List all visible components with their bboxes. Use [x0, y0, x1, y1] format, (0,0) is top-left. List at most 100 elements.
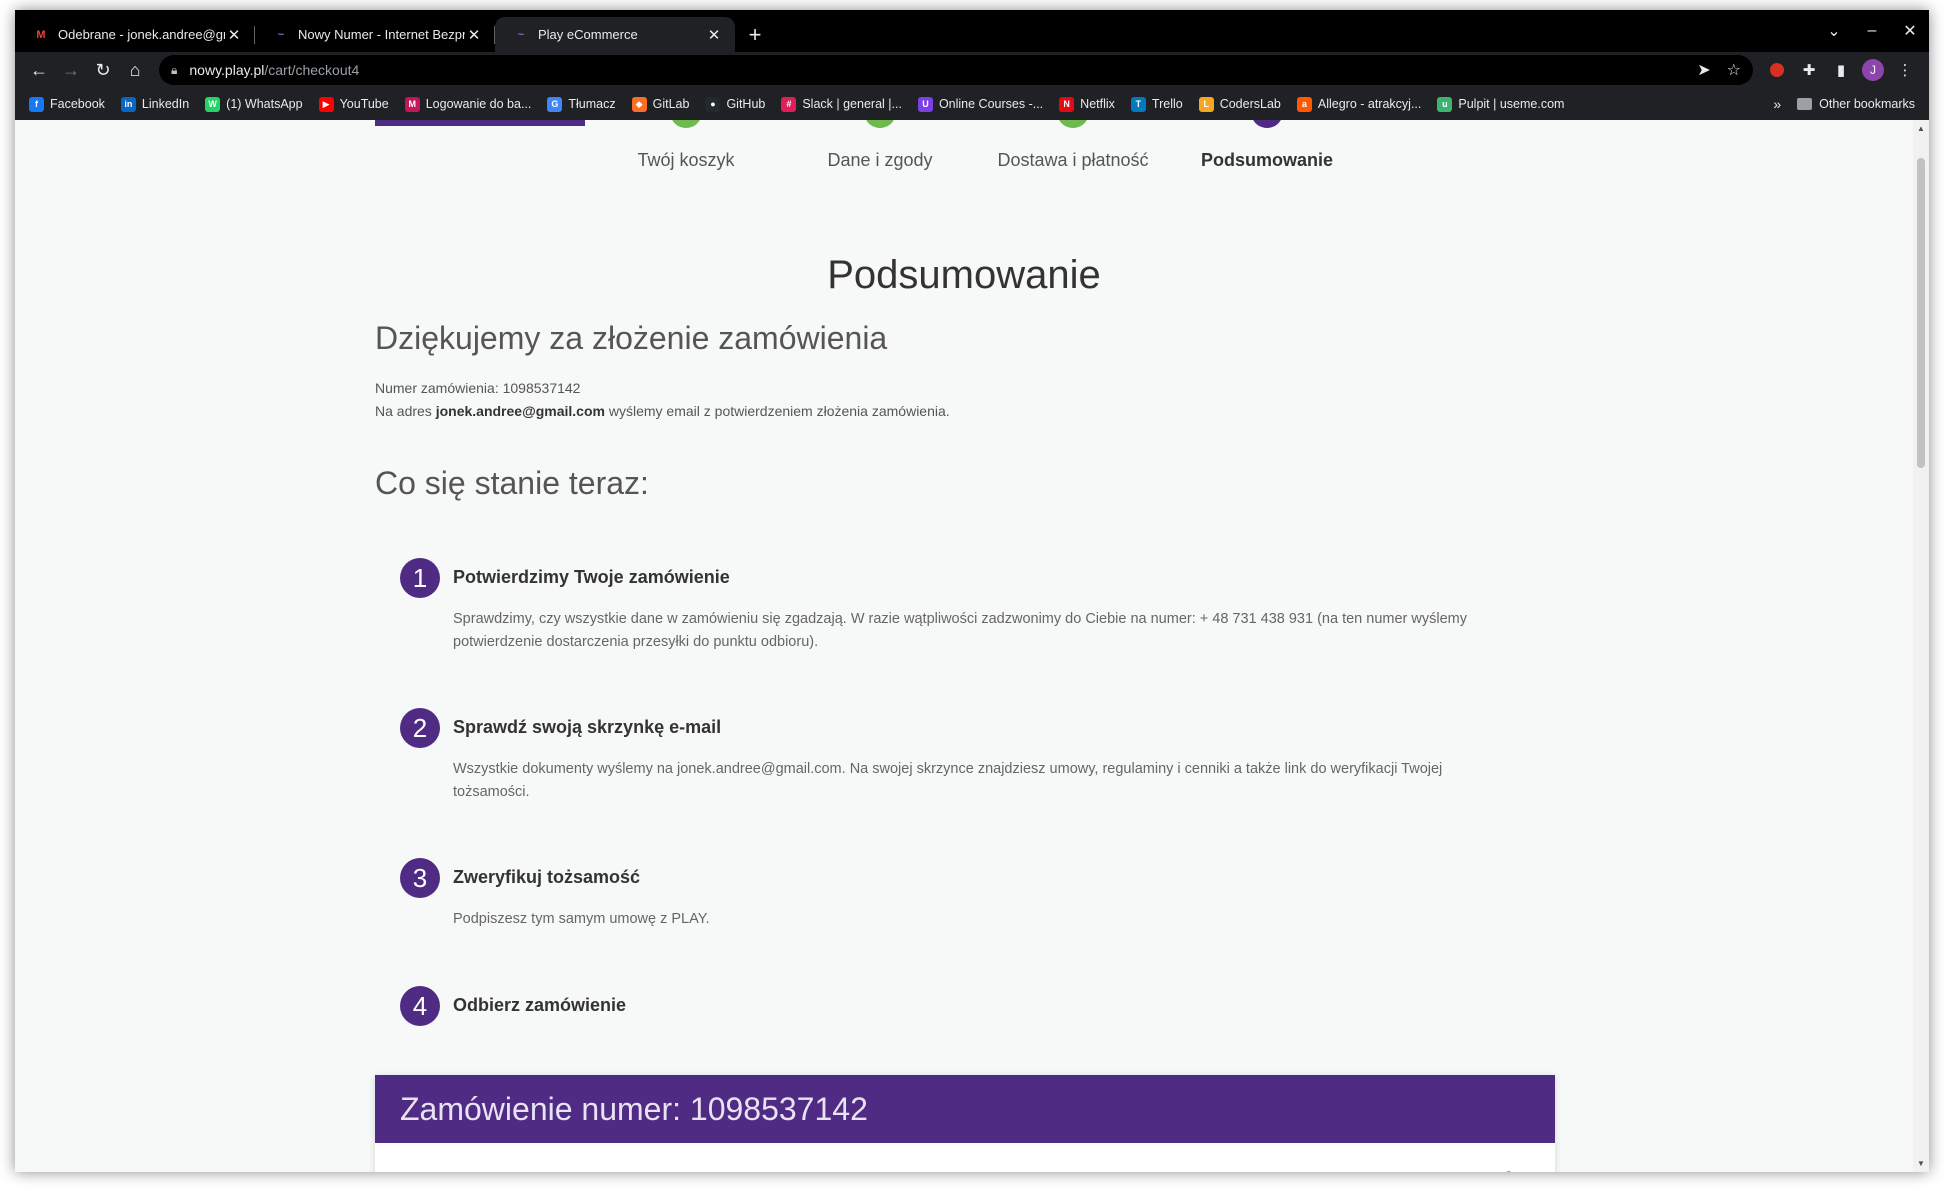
adblock-extension-icon[interactable] — [1761, 54, 1793, 86]
bookmark-label: YouTube — [339, 97, 389, 111]
reload-icon[interactable]: ↻ — [87, 54, 119, 86]
bookmark-favicon-icon: M — [404, 96, 420, 112]
step-label-1[interactable]: Twój koszyk — [581, 150, 791, 171]
bookmark-label: Facebook — [50, 97, 105, 111]
close-tab-icon[interactable]: ✕ — [225, 26, 243, 44]
bookmark-label: LinkedIn — [141, 97, 190, 111]
thanks-heading: Dziękujemy za złożenie zamówienia — [375, 320, 888, 356]
close-window-icon[interactable]: ✕ — [1891, 21, 1929, 41]
send-icon[interactable]: ➤ — [1697, 60, 1710, 80]
order-summary-card: Zamówienie numer: 1098537142 1 — [375, 1075, 1555, 1172]
page-viewport: Twój koszyk Dane i zgody Dostawa i płatnoś… — [15, 120, 1913, 1172]
next-step-title: Odbierz zamówienie — [453, 995, 627, 1015]
bookmark-favicon-icon: W — [205, 96, 221, 112]
bookmark-favicon-icon: N — [1059, 96, 1075, 112]
address-bar[interactable]: 🔒︎ nowy.play.pl /cart/checkout4 ➤ ☆ — [159, 55, 1753, 85]
tab-title: Play eCommerce — [538, 27, 638, 42]
bookmark-item[interactable]: T Trello — [1123, 90, 1191, 118]
tab-title: Odebrane - jonek.andree@gmail.com — [58, 27, 225, 42]
minimize-icon[interactable]: – — [1853, 22, 1891, 40]
step-label-2[interactable]: Dane i zgody — [775, 150, 985, 171]
bookmark-item[interactable]: L CodersLab — [1191, 90, 1289, 118]
bookmark-favicon-icon: T — [1130, 96, 1146, 112]
bookmark-label: (1) WhatsApp — [226, 97, 303, 111]
browser-toolbar: ← → ↻ ⌂ 🔒︎ nowy.play.pl /cart/checkout4 … — [15, 52, 1929, 88]
home-icon[interactable]: ⌂ — [119, 54, 151, 86]
bookmark-favicon-icon: ◆ — [631, 96, 647, 112]
bookmark-favicon-icon: G — [547, 96, 563, 112]
bookmark-label: Online Courses -... — [938, 97, 1044, 111]
bookmark-label: Netflix — [1080, 97, 1115, 111]
window-controls: ⌄ – ✕ — [1815, 10, 1929, 52]
scroll-down-arrow-icon[interactable]: ▼ — [1913, 1159, 1929, 1168]
bookmark-item[interactable]: a Allegro - atrakcyj... — [1289, 90, 1430, 118]
next-step-description: Sprawdzimy, czy wszystkie dane w zamówie… — [453, 611, 1467, 650]
extensions-puzzle-icon[interactable]: ✚ — [1793, 54, 1825, 86]
scroll-up-arrow-icon[interactable]: ▲ — [1913, 124, 1929, 133]
bookmark-item[interactable]: f Facebook — [21, 90, 113, 118]
bookmark-item[interactable]: U Online Courses -... — [910, 90, 1051, 118]
scrollbar-thumb[interactable] — [1917, 158, 1925, 468]
order-summary-header: Zamówienie numer: 1098537142 — [375, 1075, 1555, 1143]
forward-arrow-icon[interactable]: → — [55, 54, 87, 86]
play-icon: ~ — [277, 28, 285, 41]
bookmark-item[interactable]: G Tłumacz — [539, 90, 623, 118]
bookmark-label: Trello — [1151, 97, 1183, 111]
bookmark-favicon-icon: # — [781, 96, 797, 112]
tab-search-icon[interactable]: ⌄ — [1815, 21, 1853, 41]
bookmark-item[interactable]: N Netflix — [1051, 90, 1123, 118]
side-panel-icon[interactable]: ▮ — [1825, 54, 1857, 86]
bookmark-item[interactable]: in LinkedIn — [113, 90, 197, 118]
bookmark-label: Slack | general |... — [802, 97, 902, 111]
browser-window: M Odebrane - jonek.andree@gmail.com ✕ ~ … — [15, 10, 1929, 1172]
url-host: nowy.play.pl — [189, 62, 265, 78]
tab-play-ecommerce[interactable]: ~ Play eCommerce ✕ — [495, 17, 735, 52]
more-bookmarks-icon[interactable]: » — [1765, 96, 1789, 112]
bookmark-item[interactable]: M Logowanie do ba... — [397, 90, 540, 118]
bookmark-favicon-icon: f — [29, 96, 44, 112]
step-indicator-3 — [1057, 120, 1089, 128]
bookmark-favicon-icon: L — [1198, 96, 1214, 112]
next-step-title: Sprawdź swoją skrzynkę e-mail — [453, 717, 722, 737]
checkout-progress-bar — [375, 120, 585, 126]
bookmark-star-icon[interactable]: ☆ — [1727, 60, 1741, 80]
bookmark-item[interactable]: ◆ GitLab — [624, 90, 698, 118]
tab-gmail[interactable]: M Odebrane - jonek.andree@gmail.com ✕ — [15, 17, 255, 52]
bookmark-label: GitHub — [726, 97, 766, 111]
other-bookmarks-label: Other bookmarks — [1819, 97, 1915, 111]
bookmark-favicon-icon: ▶ — [318, 96, 334, 112]
tab-strip: M Odebrane - jonek.andree@gmail.com ✕ ~ … — [15, 10, 1929, 52]
bookmark-favicon-icon: u — [1437, 96, 1453, 112]
bookmark-favicon-icon: U — [917, 96, 933, 112]
avatar: J — [1862, 59, 1884, 81]
next-step-title: Potwierdzimy Twoje zamówienie — [453, 567, 730, 587]
gmail-icon: M — [36, 28, 46, 41]
next-step-title: Zweryfikuj tożsamość — [453, 867, 641, 887]
bookmark-item[interactable]: ▶ YouTube — [311, 90, 397, 118]
next-step-description: Podpiszesz tym samym umowę z PLAY. — [453, 911, 710, 927]
profile-button[interactable]: J — [1857, 54, 1889, 86]
bookmark-label: GitLab — [652, 97, 690, 111]
step-number-badge: 3 — [400, 858, 440, 898]
bookmark-item[interactable]: u Pulpit | useme.com — [1429, 90, 1572, 118]
bookmark-item[interactable]: ● GitHub — [697, 90, 773, 118]
step-label-3[interactable]: Dostawa i płatność — [968, 150, 1178, 171]
step-indicator-1 — [670, 120, 702, 128]
page-scrollbar[interactable]: ▲ ▼ — [1913, 120, 1929, 1172]
next-steps-heading: Co się stanie teraz: — [375, 465, 649, 501]
tab-title: Nowy Numer - Internet Bezprzewodowy — [298, 27, 465, 42]
bookmark-label: Pulpit | useme.com — [1458, 97, 1565, 111]
close-tab-icon[interactable]: ✕ — [465, 26, 483, 44]
lock-icon[interactable]: 🔒︎ — [171, 63, 177, 78]
other-bookmarks-folder[interactable]: Other bookmarks — [1789, 90, 1923, 118]
menu-kebab-icon[interactable]: ⋮ — [1889, 54, 1921, 86]
bookmark-favicon-icon: a — [1296, 96, 1312, 112]
close-tab-icon[interactable]: ✕ — [705, 26, 723, 44]
new-tab-button[interactable]: + — [735, 17, 775, 52]
bookmark-item[interactable]: W (1) WhatsApp — [197, 90, 310, 118]
back-arrow-icon[interactable]: ← — [23, 54, 55, 86]
bookmark-label: Allegro - atrakcyj... — [1317, 97, 1422, 111]
tab-nowy-numer[interactable]: ~ Nowy Numer - Internet Bezprzewodowy ✕ — [255, 17, 495, 52]
folder-icon — [1797, 98, 1813, 110]
bookmark-item[interactable]: # Slack | general |... — [773, 90, 910, 118]
